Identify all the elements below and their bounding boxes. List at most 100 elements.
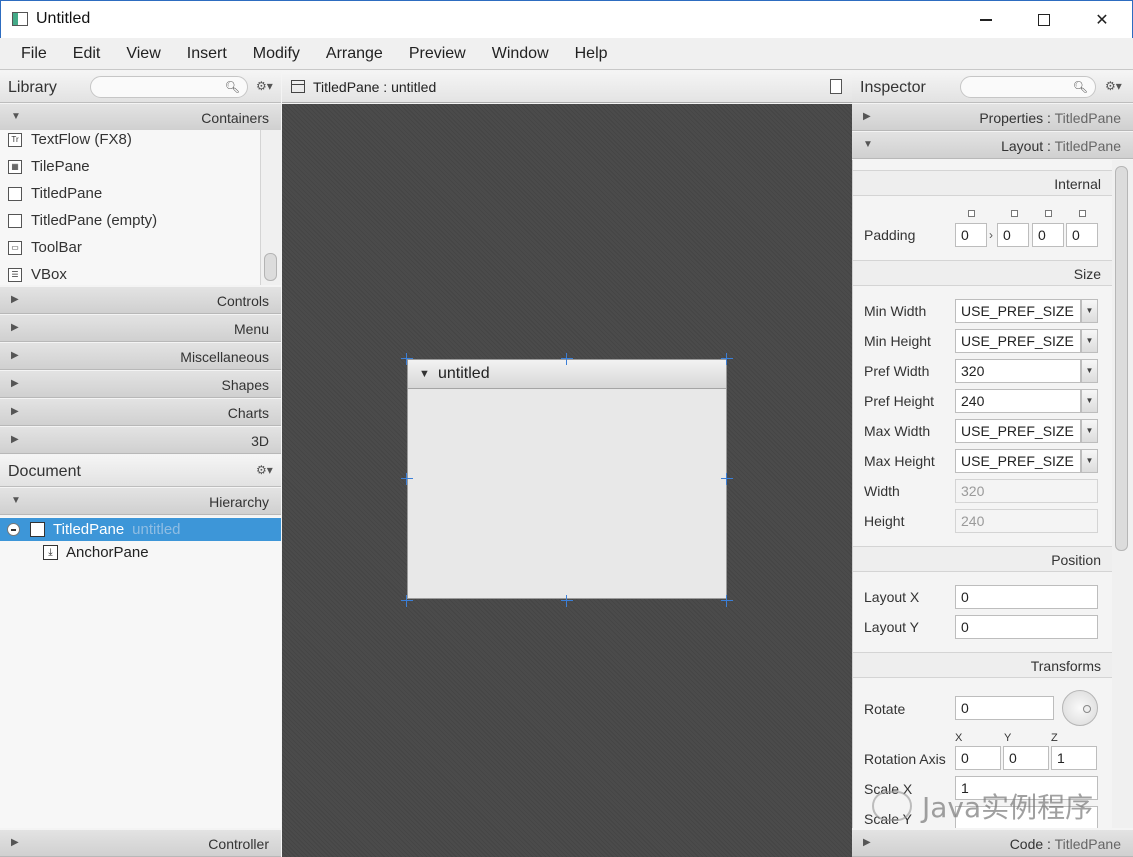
section-miscellaneous[interactable]: ▶ Miscellaneous bbox=[0, 342, 281, 370]
list-item[interactable]: ▦ TilePane bbox=[0, 153, 260, 180]
rotate-field[interactable]: 0 bbox=[955, 696, 1054, 720]
scroll-thumb[interactable] bbox=[1115, 166, 1128, 551]
chevron-down-icon[interactable]: ▼ bbox=[1081, 419, 1098, 443]
document-gear-icon[interactable]: ⚙▾ bbox=[256, 463, 273, 477]
chevron-down-icon[interactable]: ▼ bbox=[1081, 389, 1098, 413]
wechat-logo-icon bbox=[872, 791, 912, 821]
subsection-label: Position bbox=[1051, 552, 1101, 568]
rotation-axis-z-field[interactable]: 1 bbox=[1051, 746, 1097, 770]
padding-left-field[interactable]: 0 bbox=[1066, 223, 1098, 247]
collapse-toggle-icon[interactable] bbox=[7, 523, 20, 536]
hierarchy-tree: TitledPane untitled ⤓ AnchorPane bbox=[0, 517, 281, 828]
chevron-down-icon[interactable]: ▼ bbox=[1081, 359, 1098, 383]
pref-width-field[interactable]: 320 bbox=[955, 359, 1081, 383]
padding-right-field[interactable]: 0 bbox=[997, 223, 1029, 247]
titled-pane-title: untitled bbox=[438, 365, 490, 382]
section-label: 3D bbox=[251, 433, 269, 449]
menu-bar: File Edit View Insert Modify Arrange Pre… bbox=[0, 38, 1133, 70]
section-label: Miscellaneous bbox=[180, 349, 269, 365]
section-menu[interactable]: ▶ Menu bbox=[0, 314, 281, 342]
rotation-axis-y-field[interactable]: 0 bbox=[1003, 746, 1049, 770]
max-height-field[interactable]: USE_PREF_SIZE bbox=[955, 449, 1081, 473]
resize-handle[interactable] bbox=[561, 353, 573, 365]
document-title: Document bbox=[8, 463, 81, 480]
menu-help[interactable]: Help bbox=[562, 45, 621, 63]
chevron-down-icon[interactable]: ▼ bbox=[1081, 449, 1098, 473]
resize-handle[interactable] bbox=[721, 595, 733, 607]
collapsed-arrow-icon: ▶ bbox=[11, 350, 19, 361]
resize-handle[interactable] bbox=[401, 473, 413, 485]
menu-view[interactable]: View bbox=[113, 45, 173, 63]
list-item[interactable]: ☰ VBox bbox=[0, 261, 260, 285]
section-label: Containers bbox=[201, 110, 269, 126]
section-layout[interactable]: ▼ Layout : TitledPane bbox=[852, 131, 1133, 159]
min-height-field[interactable]: USE_PREF_SIZE bbox=[955, 329, 1081, 353]
tilepane-icon: ▦ bbox=[8, 159, 22, 174]
padding-link-icon[interactable]: › bbox=[989, 228, 993, 242]
resize-handle[interactable] bbox=[561, 595, 573, 607]
library-gear-icon[interactable]: ⚙▾ bbox=[256, 79, 273, 93]
section-charts[interactable]: ▶ Charts bbox=[0, 398, 281, 426]
section-shapes[interactable]: ▶ Shapes bbox=[0, 370, 281, 398]
menu-insert[interactable]: Insert bbox=[174, 45, 240, 63]
list-item[interactable]: Tr TextFlow (FX8) bbox=[0, 130, 260, 153]
inspector-scrollbar[interactable] bbox=[1112, 160, 1133, 828]
library-scrollbar[interactable] bbox=[261, 130, 281, 285]
minimize-button[interactable] bbox=[957, 1, 1015, 39]
height-label: Height bbox=[864, 513, 905, 529]
rotation-axis-x-field[interactable]: 0 bbox=[955, 746, 1001, 770]
resize-handle[interactable] bbox=[721, 353, 733, 365]
rotate-knob[interactable] bbox=[1062, 690, 1098, 726]
tree-row[interactable]: ⤓ AnchorPane bbox=[0, 541, 281, 564]
list-item[interactable]: ▭ ToolBar bbox=[0, 234, 260, 261]
menu-preview[interactable]: Preview bbox=[396, 45, 479, 63]
library-search-input[interactable]: 🔍︎ bbox=[90, 76, 248, 98]
titled-pane-preview[interactable]: ▼ untitled bbox=[407, 359, 727, 599]
search-icon: 🔍︎ bbox=[1072, 80, 1088, 94]
document-icon[interactable] bbox=[830, 79, 842, 94]
scroll-thumb[interactable] bbox=[264, 253, 277, 281]
menu-file[interactable]: File bbox=[8, 45, 60, 63]
design-canvas[interactable]: ▼ untitled bbox=[282, 104, 852, 857]
chevron-down-icon[interactable]: ▼ bbox=[1081, 299, 1098, 323]
list-item[interactable]: TitledPane bbox=[0, 180, 260, 207]
resize-handle[interactable] bbox=[401, 595, 413, 607]
menu-edit[interactable]: Edit bbox=[60, 45, 114, 63]
section-3d[interactable]: ▶ 3D bbox=[0, 426, 281, 454]
expanded-arrow-icon: ▼ bbox=[419, 368, 430, 380]
menu-arrange[interactable]: Arrange bbox=[313, 45, 396, 63]
chevron-down-icon[interactable]: ▼ bbox=[1081, 329, 1098, 353]
section-properties[interactable]: ▶ Properties : TitledPane bbox=[852, 103, 1133, 131]
inspector-gear-icon[interactable]: ⚙▾ bbox=[1105, 79, 1122, 93]
layout-y-field[interactable]: 0 bbox=[955, 615, 1098, 639]
padding-bottom-field[interactable]: 0 bbox=[1032, 223, 1064, 247]
maximize-button[interactable] bbox=[1015, 1, 1073, 39]
title-bar: Untitled ✕ bbox=[0, 0, 1133, 38]
collapsed-arrow-icon: ▶ bbox=[863, 111, 871, 122]
tree-row[interactable]: TitledPane untitled bbox=[0, 518, 281, 541]
list-item[interactable]: TitledPane (empty) bbox=[0, 207, 260, 234]
section-code[interactable]: ▶ Code : TitledPane bbox=[852, 829, 1133, 857]
tree-row-label: TitledPane bbox=[53, 521, 125, 538]
menu-window[interactable]: Window bbox=[479, 45, 562, 63]
min-width-field[interactable]: USE_PREF_SIZE bbox=[955, 299, 1081, 323]
list-item-label: TitledPane (empty) bbox=[31, 212, 158, 229]
layout-x-field[interactable]: 0 bbox=[955, 585, 1098, 609]
section-hierarchy[interactable]: ▼ Hierarchy bbox=[0, 487, 281, 515]
inspector-header: Inspector 🔍︎ ⚙▾ bbox=[852, 71, 1133, 103]
collapsed-arrow-icon: ▶ bbox=[863, 837, 871, 848]
close-button[interactable]: ✕ bbox=[1073, 1, 1131, 39]
padding-top-field[interactable]: 0 bbox=[955, 223, 987, 247]
section-containers[interactable]: ▼ Containers bbox=[0, 103, 281, 131]
pref-height-field[interactable]: 240 bbox=[955, 389, 1081, 413]
vbox-icon: ☰ bbox=[8, 267, 22, 282]
section-controls[interactable]: ▶ Controls bbox=[0, 286, 281, 314]
app-icon bbox=[12, 12, 28, 26]
max-width-field[interactable]: USE_PREF_SIZE bbox=[955, 419, 1081, 443]
inspector-search-input[interactable]: 🔍︎ bbox=[960, 76, 1096, 98]
menu-modify[interactable]: Modify bbox=[240, 45, 313, 63]
collapsed-arrow-icon: ▶ bbox=[11, 294, 19, 305]
resize-handle[interactable] bbox=[721, 473, 733, 485]
resize-handle[interactable] bbox=[401, 353, 413, 365]
section-controller[interactable]: ▶ Controller bbox=[0, 829, 281, 857]
